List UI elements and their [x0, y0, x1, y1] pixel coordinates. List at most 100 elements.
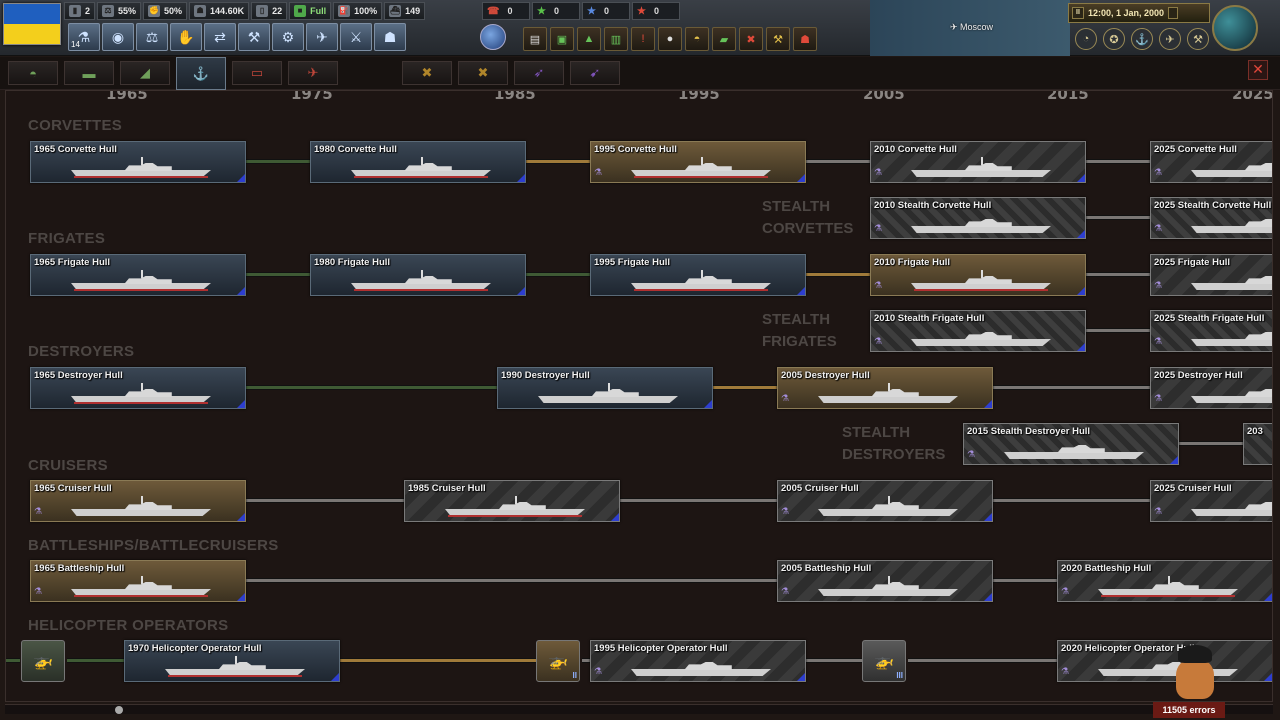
construction-button[interactable]: ⚒	[238, 23, 270, 51]
tech-card[interactable]: 2025 Destroyer Hull ⚗	[1150, 367, 1272, 409]
alert-red[interactable]: ★ 0	[632, 2, 680, 20]
tech-card[interactable]: 1965 Destroyer Hull	[30, 367, 246, 409]
tech-card[interactable]: 2010 Stealth Frigate Hull ⚗	[870, 310, 1086, 352]
manpower-resource[interactable]: ☗ 144.60K	[189, 2, 250, 20]
tech-card[interactable]: 1980 Frigate Hull	[310, 254, 526, 296]
industry-alert-icon[interactable]: ▥	[604, 27, 628, 51]
ship-silhouette-icon	[71, 383, 211, 404]
stability-resource[interactable]: ⚖ 55%	[97, 2, 142, 20]
tech-card[interactable]: 2025 Corvette Hull ⚗	[1150, 141, 1272, 183]
helicopter-tech-tile[interactable]: 🚁 II	[536, 640, 580, 682]
tech-card[interactable]: 2025 Stealth Corvette Hull ⚗	[1150, 197, 1272, 239]
handshake-icon: ✋	[177, 28, 195, 45]
air-advisor-icon[interactable]: ✈	[1159, 28, 1181, 50]
tab-armor[interactable]: ▬	[64, 61, 114, 85]
tech-card[interactable]: 1995 Corvette Hull ⚗	[590, 141, 806, 183]
political-advisor-icon[interactable]: ◔	[1075, 28, 1097, 50]
supply-resource[interactable]: ■ Full	[289, 2, 332, 20]
close-button[interactable]: ✕	[1248, 60, 1268, 80]
tech-card[interactable]: 2010 Stealth Corvette Hull ⚗	[870, 197, 1086, 239]
tech-corner-marker	[237, 593, 245, 601]
tech-card[interactable]: 2025 Frigate Hull ⚗	[1150, 254, 1272, 296]
officers-button[interactable]: ☗	[374, 23, 406, 51]
tech-card[interactable]: 203	[1243, 423, 1272, 465]
helmet-alert-icon[interactable]: ◓	[685, 27, 709, 51]
tab-naval[interactable]: ⚓	[176, 57, 226, 90]
intelligence-button[interactable]: ◉	[102, 23, 134, 51]
stats-icon[interactable]: ▲	[577, 27, 601, 51]
tech-card[interactable]: 2025 Stealth Frigate Hull ⚗	[1150, 310, 1272, 352]
army-alert-icon[interactable]: !	[631, 27, 655, 51]
production-button[interactable]: ⚙	[272, 23, 304, 51]
tools-advisor-icon[interactable]: ⚒	[1187, 28, 1209, 50]
gear-icon: ⚙	[281, 28, 295, 45]
alert-green[interactable]: ★ 0	[532, 2, 580, 20]
scroll-knob[interactable]	[115, 706, 123, 714]
city-name: Moscow	[960, 22, 994, 32]
country-flag[interactable]	[3, 3, 61, 45]
trade-button[interactable]: ⇄	[204, 23, 236, 51]
tech-card[interactable]: 2005 Destroyer Hull ⚗	[777, 367, 993, 409]
tab-air[interactable]: ✈	[288, 61, 338, 85]
tech-card[interactable]: 2025 Cruiser Hull ⚗	[1150, 480, 1272, 522]
tech-card[interactable]: 1970 Helicopter Operator Hull	[124, 640, 340, 682]
logistics-button[interactable]: ⚔	[340, 23, 372, 51]
tab-industry[interactable]: ✖	[402, 61, 452, 85]
pause-button[interactable]: II	[1072, 7, 1084, 19]
tech-card[interactable]: 1965 Frigate Hull	[30, 254, 246, 296]
tech-card[interactable]: 1995 Frigate Hull	[590, 254, 806, 296]
equipment-alert-icon[interactable]: ✖	[739, 27, 763, 51]
horizontal-scrollbar[interactable]	[5, 704, 1273, 714]
tech-card[interactable]: 1995 Helicopter Operator Hull ⚗	[590, 640, 806, 682]
tech-card[interactable]: 1990 Destroyer Hull	[497, 367, 713, 409]
fuel-resource[interactable]: ⛽ 100%	[333, 2, 383, 20]
recruit-button[interactable]: ✈	[306, 23, 338, 51]
world-globe-icon[interactable]	[1212, 5, 1258, 51]
tech-card[interactable]: 1965 Cruiser Hull ⚗	[30, 480, 246, 522]
tech-card[interactable]: 1965 Corvette Hull	[30, 141, 246, 183]
tech-card[interactable]: 2020 Battleship Hull ⚗	[1057, 560, 1272, 602]
naval-tech-tree[interactable]: 1965 1975 1985 1995 2005 2015 2025 CORVE…	[5, 90, 1273, 702]
civilian-factory-resource[interactable]: ▯ 22	[251, 2, 288, 20]
speed-button[interactable]	[1168, 7, 1179, 19]
tech-card[interactable]: 2005 Cruiser Hull ⚗	[777, 480, 993, 522]
decisions-button[interactable]: ⚖	[136, 23, 168, 51]
war-support-resource[interactable]: ✊ 50%	[143, 2, 188, 20]
error-counter[interactable]: 11505 errors	[1153, 702, 1225, 718]
tab-helicopter[interactable]: ▭	[232, 61, 282, 85]
convoy-resource[interactable]: ⛴ 149	[384, 2, 426, 20]
helicopter-tech-tile[interactable]: 🚁 III	[862, 640, 906, 682]
tab-infantry[interactable]: ◓	[8, 61, 58, 85]
missile-icon: ➶	[533, 65, 545, 80]
tab-rockets[interactable]: ➹	[570, 61, 620, 85]
production-alert-icon[interactable]: ▣	[550, 27, 574, 51]
tech-card[interactable]: 2010 Corvette Hull ⚗	[870, 141, 1086, 183]
division-alert-icon[interactable]: ●	[658, 27, 682, 51]
tech-card[interactable]: 2020 Helicopter Operator Hull ⚗	[1057, 640, 1272, 682]
connector-locked	[1086, 272, 1150, 277]
helicopter-tech-tile[interactable]: 🚁	[21, 640, 65, 682]
navy-advisor-icon[interactable]: ⚓	[1131, 28, 1153, 50]
tab-missiles[interactable]: ➶	[514, 61, 564, 85]
document-icon[interactable]: ▤	[523, 27, 547, 51]
connector-locked	[993, 385, 1150, 390]
world-tension-icon[interactable]	[480, 24, 506, 50]
factory-resource[interactable]: ▮ 2	[64, 2, 96, 20]
alert-blue[interactable]: ★ 0	[582, 2, 630, 20]
tech-card[interactable]: 1985 Cruiser Hull	[404, 480, 620, 522]
diplomacy-button[interactable]: ✋	[170, 23, 202, 51]
alert-phone[interactable]: ☎ 0	[482, 2, 530, 20]
research-button[interactable]: ⚗ 14	[68, 23, 100, 51]
tech-card[interactable]: 1965 Battleship Hull ⚗	[30, 560, 246, 602]
tab-engineering[interactable]: ✖	[458, 61, 508, 85]
tech-card[interactable]: 1980 Corvette Hull	[310, 141, 526, 183]
tech-card[interactable]: 2010 Frigate Hull ⚗	[870, 254, 1086, 296]
ammo-alert-icon[interactable]: ▰	[712, 27, 736, 51]
research-flask-icon: ⚗	[1154, 167, 1163, 177]
construction-alert-icon[interactable]: ⚒	[766, 27, 790, 51]
people-alert-icon[interactable]: ☗	[793, 27, 817, 51]
tech-card[interactable]: 2005 Battleship Hull ⚗	[777, 560, 993, 602]
tab-artillery[interactable]: ◢	[120, 61, 170, 85]
army-advisor-icon[interactable]: ✪	[1103, 28, 1125, 50]
tech-card[interactable]: 2015 Stealth Destroyer Hull ⚗	[963, 423, 1179, 465]
